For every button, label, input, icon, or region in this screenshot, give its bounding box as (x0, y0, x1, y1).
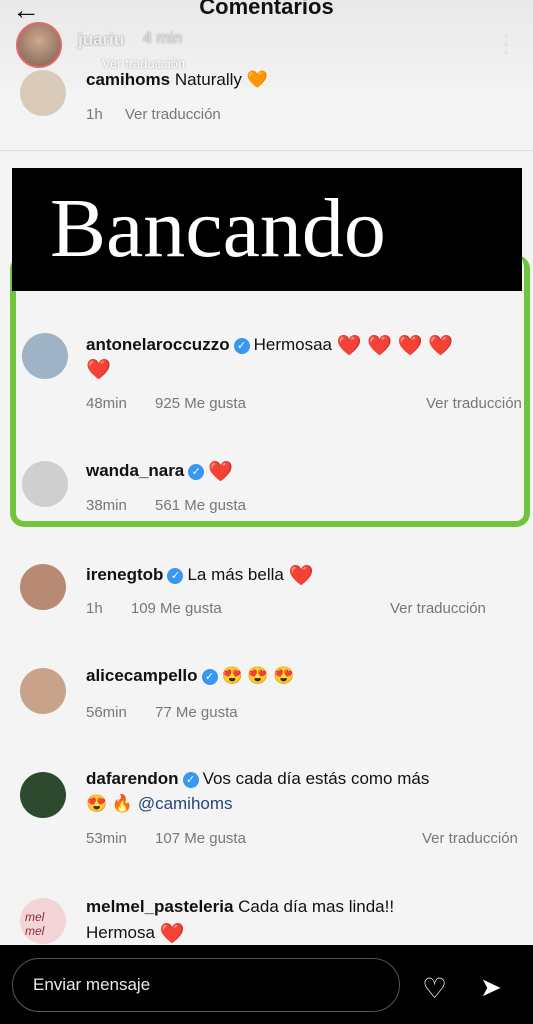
comment-likes[interactable]: 561 Me gusta (155, 497, 246, 514)
verified-badge-icon: ✓ (201, 668, 218, 685)
comment-text-line: alicecampello ✓ 😍 😍 😍 (86, 666, 294, 686)
heart-eyes-emojis: 😍 😍 😍 (221, 666, 295, 685)
comment-username[interactable]: melmel_pasteleria (86, 897, 233, 916)
verified-badge-icon: ✓ (233, 337, 250, 354)
comment-likes[interactable]: 925 Me gusta (155, 395, 246, 412)
comment-meta: 56min 77 Me gusta (86, 704, 238, 721)
heart-outline-icon[interactable]: ♡ (422, 972, 447, 1005)
comment-time: 38min (86, 497, 127, 514)
avatar-label: mel mel (25, 910, 45, 938)
story-time: 4 min (143, 30, 183, 47)
heart-emoji: ❤️ (159, 923, 185, 945)
comment-time: 53min (86, 830, 127, 847)
translate-link[interactable]: Ver traducción (422, 830, 518, 847)
comment-text-line: melmel_pasteleria Cada día mas linda!! (86, 897, 394, 917)
verified-badge-icon: ✓ (188, 463, 205, 480)
story-avatar[interactable] (16, 22, 62, 68)
comment-text: Cada día mas linda!! (238, 897, 395, 916)
avatar[interactable] (20, 668, 66, 714)
comment-meta: 48min 925 Me gusta (86, 395, 246, 412)
avatar[interactable] (20, 564, 66, 610)
comment-text-line-2: 😍 🔥 @camihoms (86, 794, 233, 814)
more-options-icon[interactable]: ⋮ (494, 30, 518, 59)
comment-text-line: wanda_nara ✓ ❤️ (86, 459, 233, 484)
comment-text-line: irenegtob ✓ La más bella ❤️ (86, 563, 313, 588)
avatar[interactable] (22, 461, 68, 507)
orange-heart-emoji: 🧡 (246, 70, 268, 89)
mention-link[interactable]: @camihoms (138, 794, 233, 813)
banner-text: Bancando (50, 182, 386, 275)
comments-screen: ← Comentarios juariu 4 min ⋮ Ver traducc… (0, 0, 533, 945)
comment-meta: 1h 109 Me gusta (86, 600, 222, 617)
comment-username[interactable]: antonelaroccuzzo (86, 335, 230, 354)
translate-link[interactable]: Ver traducción (426, 395, 522, 412)
verified-badge-icon: ✓ (182, 771, 199, 788)
comment-time: 1h (86, 106, 103, 123)
story-username[interactable]: juariu (78, 30, 124, 50)
send-icon[interactable]: ➤ (480, 972, 502, 1003)
translate-link[interactable]: Ver traducción (390, 600, 486, 617)
message-input[interactable] (12, 958, 400, 1012)
comment-text-line-2: Hermosa ❤️ (86, 921, 185, 945)
divider (0, 150, 533, 151)
comment-text: La más bella (187, 564, 284, 584)
comment-username[interactable]: camihoms (86, 70, 170, 89)
highlight-frame (10, 255, 530, 527)
heart-emojis: ❤️ ❤️ ❤️ ❤️ (336, 335, 454, 357)
comment-text-line-2: ❤️ (86, 357, 111, 382)
heart-eyes-emoji: 😍 (86, 794, 108, 813)
comment-text: Naturally (174, 70, 242, 89)
heart-emoji: ❤️ (288, 565, 314, 587)
comment-text-line: antonelaroccuzzo ✓ Hermosaa ❤️ ❤️ ❤️ ❤️ (86, 333, 453, 358)
comment-time: 48min (86, 395, 127, 412)
comment-text: Vos cada día estás como más (202, 769, 430, 788)
comment-text-line: dafarendon ✓ Vos cada día estás como más (86, 769, 429, 789)
fire-emoji: 🔥 (111, 794, 134, 813)
heart-emoji: ❤️ (208, 461, 234, 483)
comment-meta: 38min 561 Me gusta (86, 497, 246, 514)
avatar[interactable]: mel mel (20, 898, 66, 944)
comment-likes[interactable]: 107 Me gusta (155, 830, 246, 847)
comment-text: Hermosa (86, 922, 155, 942)
verified-badge-icon: ✓ (167, 567, 184, 584)
comment-meta: 53min 107 Me gusta (86, 830, 246, 847)
comment-username[interactable]: irenegtob (86, 565, 163, 584)
avatar[interactable] (20, 70, 66, 116)
comment-text-line: camihoms Naturally 🧡 (86, 70, 268, 90)
comment-text: Hermosaa (253, 334, 333, 354)
comment-likes[interactable]: 109 Me gusta (131, 600, 222, 617)
avatar[interactable] (22, 333, 68, 379)
translate-link[interactable]: Ver traducción (125, 106, 221, 123)
heart-emoji: ❤️ (86, 359, 111, 381)
comment-username[interactable]: dafarendon (86, 769, 179, 788)
page-title: Comentarios (199, 0, 334, 19)
avatar[interactable] (20, 772, 66, 818)
banner-overlay: Bancando (12, 168, 522, 291)
comment-username[interactable]: alicecampello (86, 666, 198, 685)
comment-time: 1h (86, 600, 103, 617)
comment-username[interactable]: wanda_nara (86, 461, 184, 480)
ghost-translate-link[interactable]: Ver traducción (102, 56, 185, 71)
comment-likes[interactable]: 77 Me gusta (155, 704, 238, 721)
comment-time: 56min (86, 704, 127, 721)
comment-meta: 1h Ver traducción (86, 106, 221, 123)
